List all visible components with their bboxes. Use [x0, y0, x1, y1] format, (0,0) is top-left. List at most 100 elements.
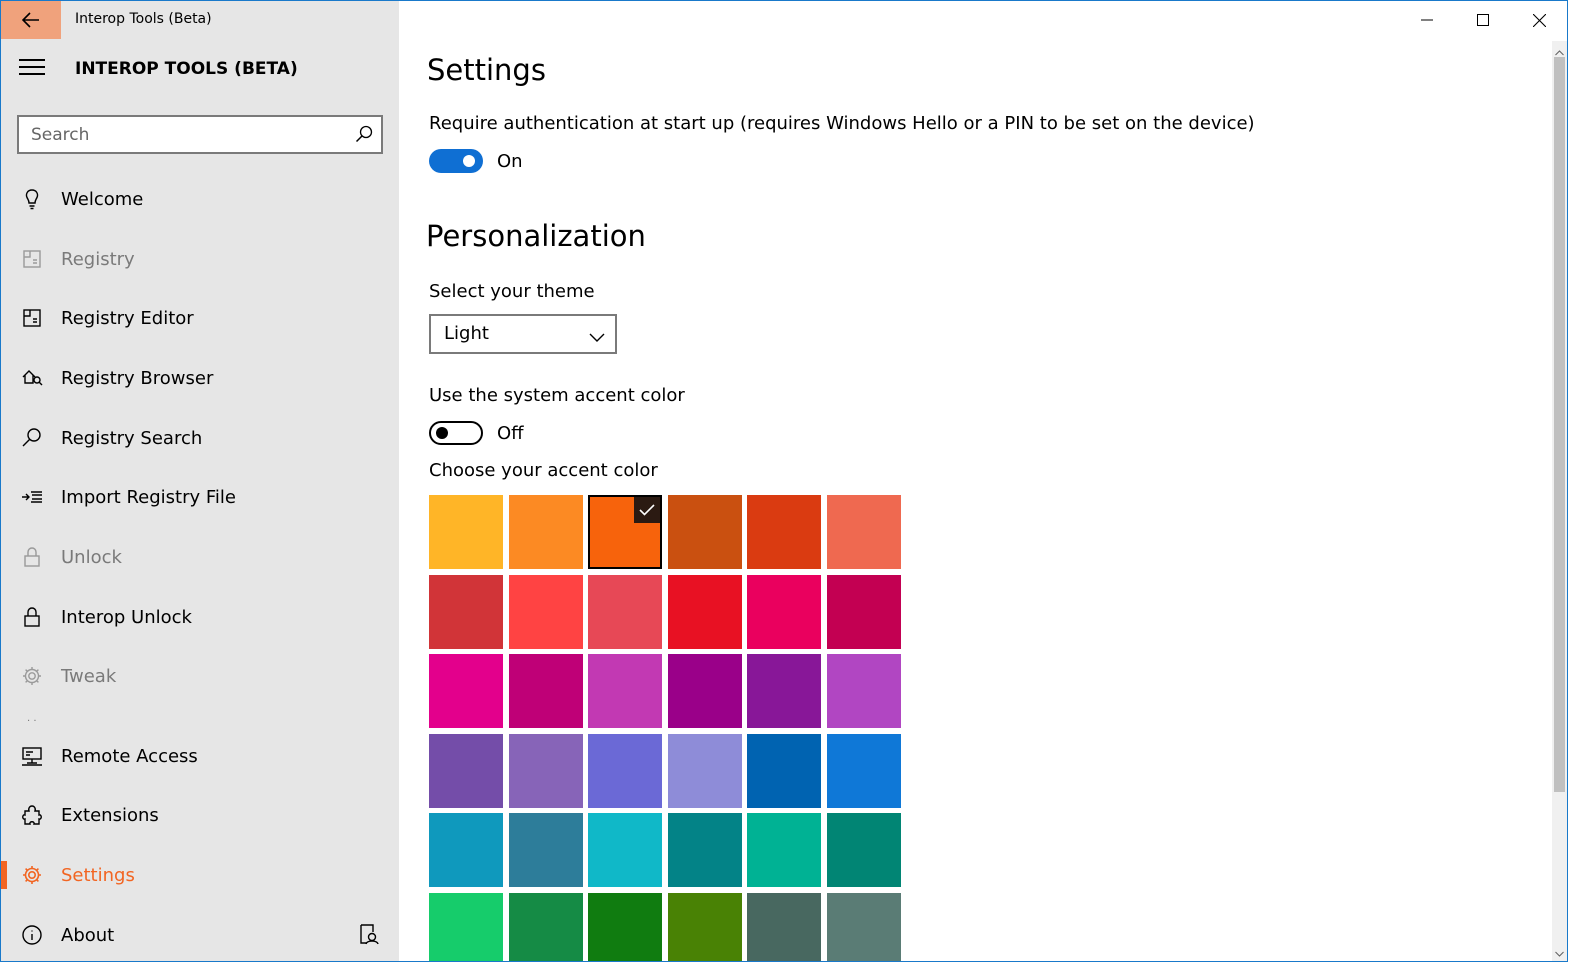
- accent-color-swatch[interactable]: [826, 495, 901, 569]
- toggle-knob: [463, 155, 475, 167]
- lock-icon: [21, 606, 43, 628]
- nav-item-registry-browser[interactable]: Registry Browser: [1, 350, 399, 406]
- accent-color-swatch[interactable]: [826, 574, 901, 649]
- accent-color-swatch[interactable]: [667, 892, 742, 961]
- accent-color-grid: [429, 495, 901, 961]
- nav-item-registry[interactable]: Registry: [1, 231, 399, 287]
- close-button[interactable]: [1511, 1, 1567, 39]
- nav-item-settings[interactable]: Settings: [1, 847, 399, 903]
- maximize-button[interactable]: [1455, 1, 1511, 39]
- hamburger-menu-icon[interactable]: [19, 59, 45, 79]
- nav-item-label: Tweak: [61, 665, 117, 687]
- registry-icon: [21, 248, 43, 270]
- nav-item-label: Registry: [61, 248, 135, 270]
- nav-item-import-registry-file[interactable]: Import Registry File: [1, 469, 399, 525]
- system-accent-label: Use the system accent color: [429, 385, 685, 406]
- remote-desktop-icon: [21, 745, 43, 767]
- auth-toggle[interactable]: [429, 149, 483, 173]
- auth-label: Require authentication at start up (requ…: [429, 113, 1255, 134]
- accent-color-swatch[interactable]: [429, 495, 503, 569]
- system-accent-toggle-state: Off: [497, 423, 524, 444]
- accent-color-swatch[interactable]: [429, 574, 503, 649]
- search-icon[interactable]: [355, 125, 373, 147]
- nav-separator: · ·: [27, 716, 37, 727]
- accent-color-swatch[interactable]: [508, 813, 583, 887]
- accent-color-swatch[interactable]: [429, 892, 503, 961]
- page-title: Settings: [427, 53, 546, 87]
- accent-color-swatch[interactable]: [588, 574, 662, 649]
- pane-header: INTEROP TOOLS (BETA): [1, 49, 399, 91]
- info-icon: [21, 924, 43, 946]
- nav-item-extensions[interactable]: Extensions: [1, 787, 399, 843]
- accent-color-swatch[interactable]: [826, 654, 901, 728]
- gear-icon: [21, 864, 43, 886]
- nav-item-label: Unlock: [61, 546, 122, 568]
- scroll-down-icon[interactable]: [1555, 942, 1564, 961]
- app-window: INTEROP TOOLS (BETA) Welcome: [0, 0, 1568, 962]
- feedback-icon[interactable]: [359, 923, 379, 949]
- gear-icon: [21, 665, 43, 687]
- nav-item-remote-access[interactable]: Remote Access: [1, 728, 399, 784]
- accent-color-swatch[interactable]: [826, 813, 901, 887]
- nav-item-label: Welcome: [61, 188, 144, 210]
- checkmark-icon: [634, 497, 660, 523]
- search-box[interactable]: [17, 115, 383, 154]
- nav-item-label: Registry Browser: [61, 367, 214, 389]
- accent-color-swatch[interactable]: [429, 813, 503, 887]
- lock-icon: [21, 546, 43, 568]
- accent-color-swatch[interactable]: [588, 892, 662, 961]
- accent-color-swatch[interactable]: [588, 654, 662, 728]
- accent-color-swatch[interactable]: [429, 654, 503, 728]
- nav-item-unlock[interactable]: Unlock: [1, 529, 399, 585]
- accent-color-swatch[interactable]: [508, 574, 583, 649]
- vertical-scrollbar[interactable]: [1552, 41, 1567, 961]
- accent-color-swatch[interactable]: [667, 733, 742, 808]
- accent-color-swatch[interactable]: [826, 892, 901, 961]
- search-input[interactable]: [19, 117, 363, 152]
- nav-item-registry-editor[interactable]: Registry Editor: [1, 290, 399, 346]
- accent-color-swatch[interactable]: [508, 654, 583, 728]
- title-bar: Interop Tools (Beta): [1, 1, 1567, 41]
- nav-item-label: Interop Unlock: [61, 606, 192, 628]
- accent-color-swatch[interactable]: [508, 495, 583, 569]
- close-icon: [1532, 13, 1546, 27]
- accent-color-swatch[interactable]: [588, 733, 662, 808]
- nav-item-label: About: [61, 924, 115, 946]
- minimize-icon: [1421, 19, 1433, 21]
- accent-color-swatch[interactable]: [747, 813, 821, 887]
- section-title-personalization: Personalization: [426, 219, 646, 253]
- theme-dropdown[interactable]: Light: [429, 314, 617, 354]
- accent-color-swatch[interactable]: [508, 733, 583, 808]
- accent-color-swatch[interactable]: [747, 654, 821, 728]
- chevron-down-icon: [589, 328, 605, 347]
- accent-color-label: Choose your accent color: [429, 460, 658, 481]
- accent-color-swatch[interactable]: [667, 574, 742, 649]
- accent-color-swatch[interactable]: [667, 813, 742, 887]
- nav-item-interop-unlock[interactable]: Interop Unlock: [1, 589, 399, 645]
- accent-color-swatch[interactable]: [747, 892, 821, 961]
- registry-browser-icon: [21, 367, 43, 389]
- puzzle-icon: [21, 804, 43, 826]
- nav-item-tweak[interactable]: Tweak: [1, 648, 399, 704]
- minimize-button[interactable]: [1399, 1, 1455, 39]
- nav-item-label: Settings: [61, 864, 135, 886]
- nav-item-welcome[interactable]: Welcome: [1, 171, 399, 227]
- accent-color-swatch[interactable]: [747, 733, 821, 808]
- nav-item-registry-search[interactable]: Registry Search: [1, 410, 399, 466]
- nav-item-about[interactable]: About: [1, 907, 399, 961]
- accent-color-swatch[interactable]: [667, 495, 742, 569]
- accent-color-swatch[interactable]: [508, 892, 583, 961]
- accent-color-swatch[interactable]: [826, 733, 901, 808]
- accent-color-swatch[interactable]: [747, 574, 821, 649]
- back-arrow-icon: [22, 12, 39, 28]
- accent-color-swatch[interactable]: [588, 495, 662, 569]
- accent-color-swatch[interactable]: [429, 733, 503, 808]
- toggle-knob: [436, 427, 448, 439]
- scrollbar-thumb[interactable]: [1554, 57, 1565, 792]
- system-accent-toggle[interactable]: [429, 421, 483, 445]
- accent-color-swatch[interactable]: [747, 495, 821, 569]
- accent-color-swatch[interactable]: [667, 654, 742, 728]
- pane-title: INTEROP TOOLS (BETA): [75, 59, 298, 79]
- accent-color-swatch[interactable]: [588, 813, 662, 887]
- back-button[interactable]: [1, 1, 61, 39]
